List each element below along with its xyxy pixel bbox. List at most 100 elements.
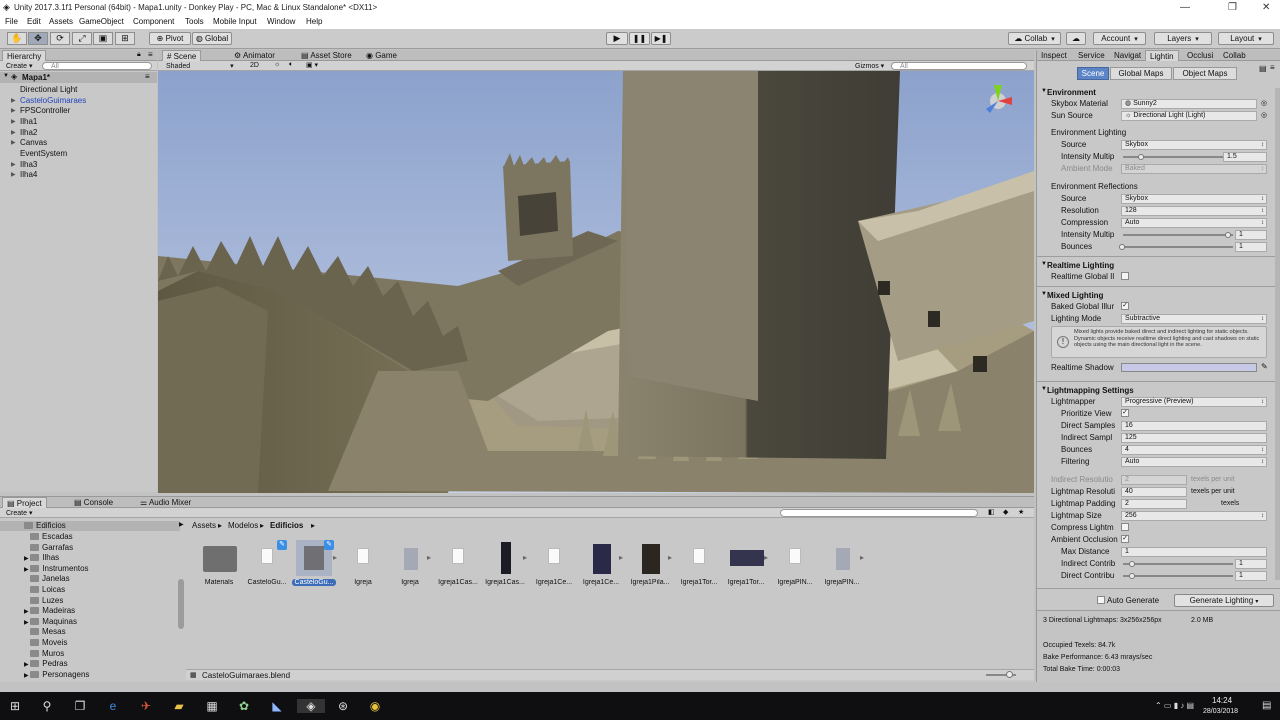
maximize-icon[interactable]: ❐ <box>1228 2 1237 13</box>
folder-escadas[interactable]: Escadas <box>30 532 73 541</box>
expand-asset-icon[interactable]: ▸ <box>668 553 672 562</box>
windows-start-icon[interactable]: ⊞ <box>8 699 22 713</box>
layout-dropdown[interactable]: Layout <box>1218 32 1274 45</box>
scene-view[interactable] <box>158 71 1034 493</box>
scene-root-row[interactable]: ▼ ◈ Mapa1* ≡ <box>0 72 157 83</box>
lightmap-resolution-field[interactable]: 40 <box>1121 487 1187 497</box>
breadcrumb-modelos[interactable]: Modelos <box>228 521 258 530</box>
folder-instrumentos[interactable]: ▶ Instrumentos <box>24 564 89 573</box>
lighting-lock-icon[interactable]: ▤ <box>1259 64 1267 73</box>
direct-contribution-knob[interactable] <box>1129 573 1135 579</box>
expand-asset-icon[interactable]: ▸ <box>523 553 527 562</box>
lock-icon[interactable]: 🔒︎ <box>137 51 141 59</box>
tab-animator[interactable]: ⚙ Animator <box>230 50 279 61</box>
asset-igreja1cas-2[interactable]: Igreja1Cas... <box>483 540 527 586</box>
generate-lighting-button[interactable]: Generate Lighting ▾ <box>1174 594 1274 607</box>
source-dropdown[interactable]: Skybox <box>1121 140 1267 150</box>
tab-inspector[interactable]: Inspect <box>1037 50 1071 61</box>
scale-tool-icon[interactable]: ⤢ <box>72 32 92 45</box>
file-explorer-icon[interactable]: ▰ <box>172 699 186 713</box>
eyedropper-icon[interactable]: ✎ <box>1261 362 1268 371</box>
indirect-samples-field[interactable]: 125 <box>1121 433 1267 443</box>
tab-scene[interactable]: # Scene <box>162 50 202 61</box>
folder-madeiras[interactable]: ▶ Madeiras <box>24 606 75 615</box>
folder-maquinas[interactable]: ▶ Maquinas <box>24 617 77 626</box>
compress-lightmaps-checkbox[interactable] <box>1121 523 1129 531</box>
expand-arrow-icon[interactable]: ▶ <box>11 107 16 114</box>
direct-contribution-field[interactable]: 1 <box>1235 571 1267 581</box>
project-create-button[interactable]: Create ▾ <box>6 509 32 517</box>
object-picker-icon[interactable]: ◎ <box>1261 99 1267 107</box>
hierarchy-item-ilha1[interactable]: Ilha1 <box>20 117 37 126</box>
menu-component[interactable]: Component <box>133 17 174 26</box>
account-dropdown[interactable]: Account <box>1093 32 1146 45</box>
tab-game[interactable]: ◉ Game <box>362 50 401 61</box>
tab-occlusion[interactable]: Occlusi <box>1183 50 1217 61</box>
scene-menu-icon[interactable]: ≡ <box>145 72 150 81</box>
asset-castelo-gu-1[interactable]: ✎ CasteloGu... <box>245 540 289 586</box>
gizmos-dropdown[interactable]: Gizmos ▾ <box>855 62 884 70</box>
menu-tools[interactable]: Tools <box>185 17 204 26</box>
reflection-bounces-field[interactable]: 1 <box>1235 242 1267 252</box>
breadcrumb-assets[interactable]: Assets <box>192 521 216 530</box>
asset-igreja1pila[interactable]: Igreja1Pila... <box>628 540 672 586</box>
asset-igreja1cas-1[interactable]: Igreja1Cas... <box>436 540 480 586</box>
folder-moveis[interactable]: Moveis <box>30 638 67 647</box>
filtering-dropdown[interactable]: Auto <box>1121 457 1267 467</box>
lightmap-padding-field[interactable]: 2 <box>1121 499 1187 509</box>
folder-ilhas[interactable]: ▶ Ilhas <box>24 553 59 562</box>
asset-igreja-2[interactable]: Igreja <box>388 540 432 586</box>
direct-samples-field[interactable]: 16 <box>1121 421 1267 431</box>
lightmapper-dropdown[interactable]: Progressive (Preview) <box>1121 397 1267 407</box>
resolution-dropdown[interactable]: 128 <box>1121 206 1267 216</box>
hierarchy-item-directional-light[interactable]: Directional Light <box>20 85 77 94</box>
realtime-gi-checkbox[interactable] <box>1121 272 1129 280</box>
unity-hub-icon[interactable]: ⊛ <box>336 699 350 713</box>
play-button[interactable]: ▶ <box>606 32 628 45</box>
menu-file[interactable]: File <box>5 17 18 26</box>
skybox-field[interactable]: ◍ Sunny2 <box>1121 99 1257 109</box>
object-picker-icon[interactable]: ◎ <box>1261 111 1267 119</box>
expand-arrow-icon[interactable]: ▼ <box>3 73 9 79</box>
expand-arrow-icon[interactable]: ▶ <box>11 129 16 136</box>
shading-mode-dropdown[interactable]: Shaded ▾ <box>166 62 234 70</box>
subtab-object-maps[interactable]: Object Maps <box>1173 67 1237 80</box>
tab-audio-mixer[interactable]: ⚌ Audio Mixer <box>136 497 195 508</box>
menu-gameobject[interactable]: GameObject <box>79 17 124 26</box>
effects-toggle-icon[interactable]: ▣ ▾ <box>306 61 318 69</box>
zoom-slider-knob[interactable] <box>1006 671 1013 678</box>
folder-janelas[interactable]: Janelas <box>30 574 70 583</box>
asset-igreja1tor-1[interactable]: Igreja1Tor... <box>677 540 721 586</box>
pivot-toggle[interactable]: ⊕ Pivot <box>149 32 191 45</box>
indirect-contribution-knob[interactable] <box>1129 561 1135 567</box>
realtime-shadow-color-swatch[interactable] <box>1121 363 1257 372</box>
hierarchy-item-ilha3[interactable]: Ilha3 <box>20 160 37 169</box>
reflection-bounces-slider[interactable] <box>1123 246 1233 248</box>
tab-project[interactable]: ▤ Project <box>2 497 47 508</box>
calculator-icon[interactable]: ▦ <box>205 699 219 713</box>
inspector-scrollbar[interactable] <box>1275 88 1280 580</box>
max-distance-field[interactable]: 1 <box>1121 547 1267 557</box>
subtab-global-maps[interactable]: Global Maps <box>1110 67 1172 80</box>
intensity-field[interactable]: 1.5 <box>1223 152 1267 162</box>
reflection-intensity-knob[interactable] <box>1225 232 1231 238</box>
expand-arrow-icon[interactable]: ▶ <box>11 161 16 168</box>
folder-loicas[interactable]: Loicas <box>30 585 65 594</box>
intensity-slider-knob[interactable] <box>1138 154 1144 160</box>
tab-collab[interactable]: Collab <box>1219 50 1250 61</box>
lighting-mode-dropdown[interactable]: Subtractive <box>1121 314 1267 324</box>
expand-asset-icon[interactable]: ▸ <box>764 553 768 562</box>
expand-asset-icon[interactable]: ▸ <box>619 553 623 562</box>
step-button[interactable]: ▶❚ <box>651 32 671 45</box>
tab-lighting[interactable]: Lightin <box>1145 50 1179 61</box>
app-icon[interactable]: ✿ <box>237 699 251 713</box>
2d-toggle[interactable]: 2D <box>250 62 259 69</box>
app-icon[interactable]: ◣ <box>270 699 284 713</box>
hierarchy-item-eventsystem[interactable]: EventSystem <box>20 149 67 158</box>
hierarchy-item-fpscontroller[interactable]: FPSController <box>20 106 70 115</box>
expand-asset-icon[interactable]: ▸ <box>860 553 864 562</box>
app-icon[interactable]: ✈ <box>139 699 153 713</box>
auto-generate-checkbox[interactable] <box>1097 596 1105 604</box>
chrome-icon[interactable]: ◉ <box>368 699 382 713</box>
asset-igrejapin-2[interactable]: IgrejaPIN... <box>820 540 864 586</box>
